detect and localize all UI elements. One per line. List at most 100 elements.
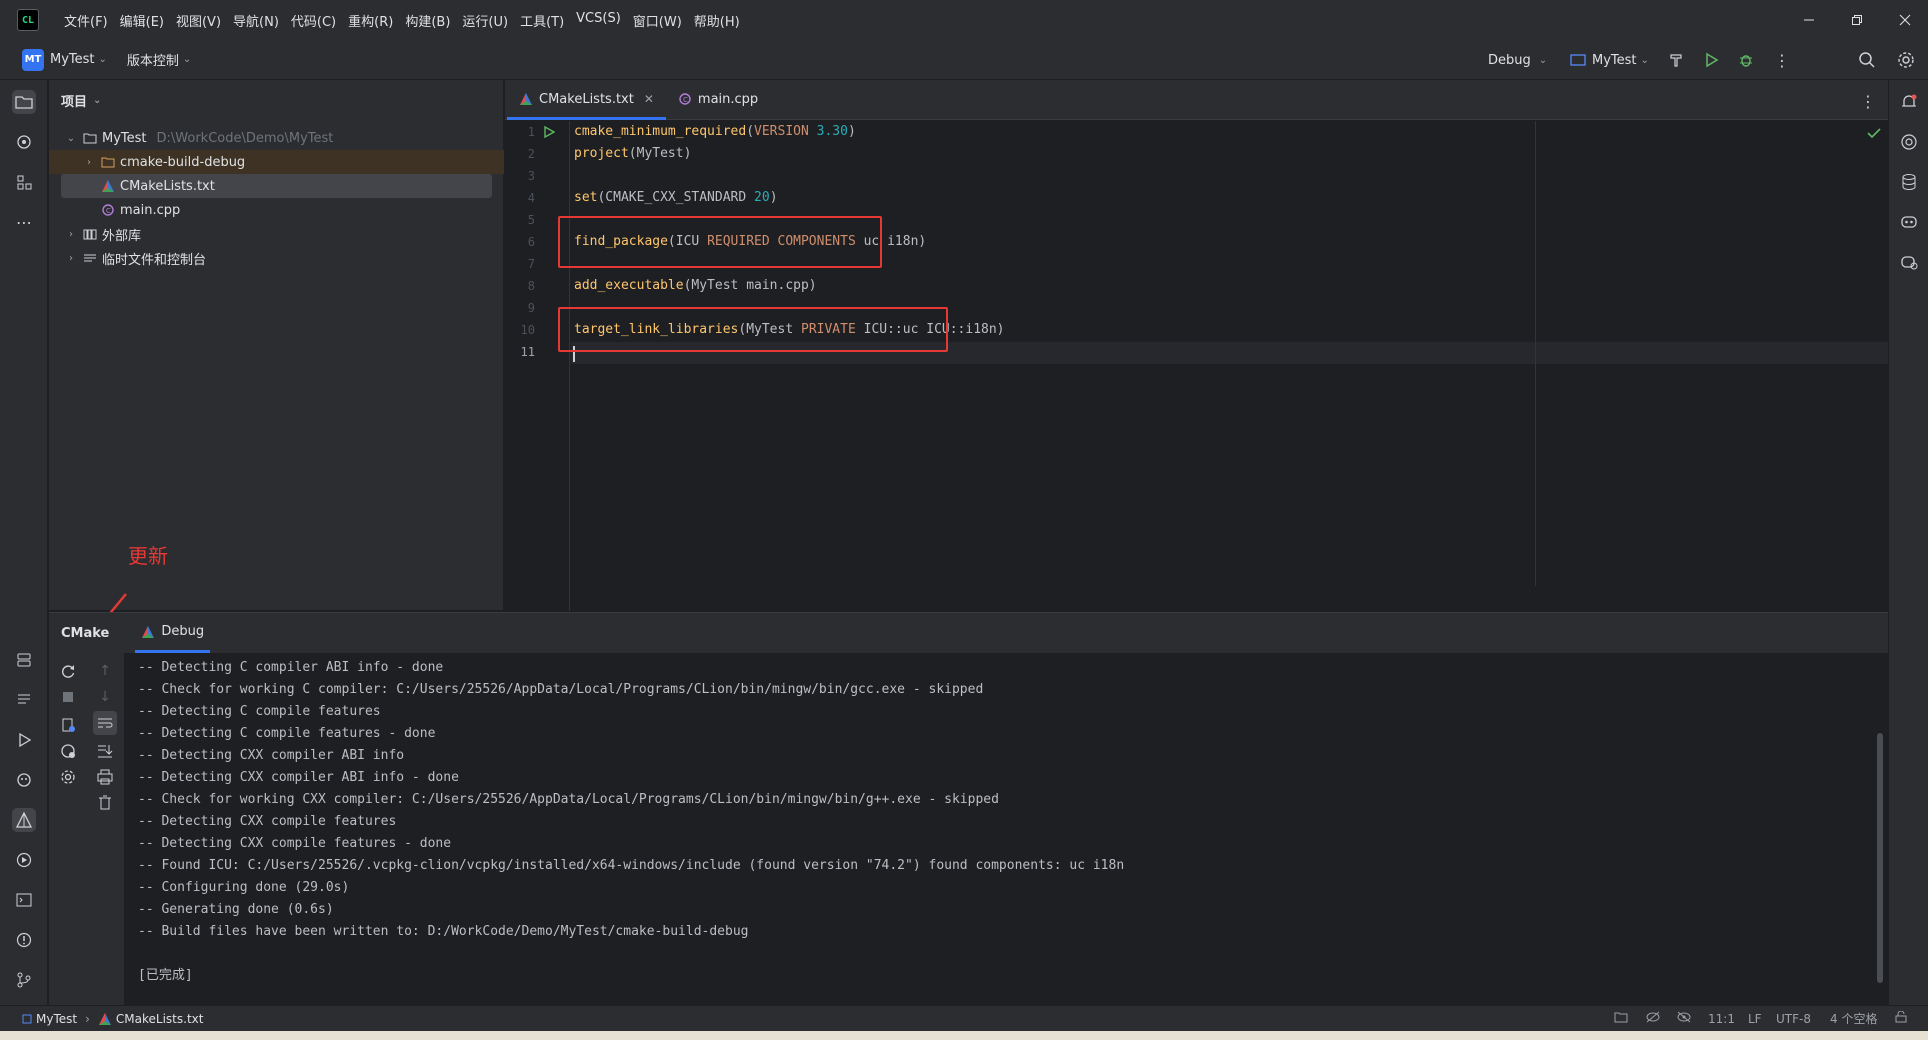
- vcs-widget[interactable]: 版本控制: [127, 50, 179, 69]
- tab-cmakelists[interactable]: CMakeLists.txt ✕: [507, 79, 666, 120]
- git-button[interactable]: [12, 968, 36, 992]
- chevron-down-icon: ⌄: [1538, 54, 1548, 66]
- problems-button[interactable]: [12, 928, 36, 952]
- run-tool-button[interactable]: [12, 728, 36, 752]
- clear-console-button[interactable]: [95, 793, 115, 813]
- project-name[interactable]: MyTest: [50, 52, 95, 67]
- menu-code[interactable]: 代码(C): [285, 7, 342, 34]
- terminal-button[interactable]: [12, 888, 36, 912]
- menu-run[interactable]: 运行(U): [456, 7, 514, 34]
- menu-refactor[interactable]: 重构(R): [342, 7, 399, 34]
- restore-button[interactable]: [1834, 0, 1880, 40]
- services-run-button[interactable]: [12, 848, 36, 872]
- tree-item-cmakelists[interactable]: CMakeLists.txt: [61, 174, 492, 198]
- breadcrumb-file[interactable]: CMakeLists.txt: [116, 1012, 204, 1026]
- tree-item-external-libraries[interactable]: › 外部库: [49, 222, 504, 246]
- console-line: -- Detecting CXX compiler ABI info - don…: [138, 770, 459, 785]
- project-tool-button[interactable]: [12, 90, 36, 114]
- run-gutter-icon[interactable]: [543, 126, 555, 138]
- tab-main-cpp[interactable]: C main.cpp: [666, 79, 770, 119]
- tree-item-cmake-build-debug[interactable]: › cmake-build-debug: [49, 150, 504, 174]
- chevron-down-icon: ⌄: [66, 132, 76, 144]
- breadcrumb-project[interactable]: MyTest: [36, 1012, 77, 1026]
- print-button[interactable]: [95, 767, 115, 787]
- inspection-off-icon[interactable]: [1645, 1011, 1661, 1026]
- ai-icon: [17, 135, 31, 149]
- copilot-button[interactable]: [1897, 210, 1921, 234]
- assistant-button[interactable]: [1897, 250, 1921, 274]
- menu-navigate[interactable]: 导航(N): [227, 7, 285, 34]
- cpp-file-icon: C: [100, 202, 116, 218]
- tree-item-main-cpp[interactable]: C main.cpp: [49, 198, 504, 222]
- more-actions-button[interactable]: ⋮: [1774, 40, 1790, 80]
- close-window-button[interactable]: [1882, 0, 1928, 40]
- run-button[interactable]: [1703, 40, 1719, 80]
- file-encoding[interactable]: UTF-8: [1776, 1012, 1811, 1026]
- ai-assistant-button[interactable]: [12, 130, 36, 154]
- chevron-right-icon: ›: [87, 156, 91, 168]
- project-panel-header[interactable]: 项目 ⌄: [49, 80, 503, 120]
- stop-button[interactable]: [58, 687, 78, 707]
- menu-tools[interactable]: 工具(T): [514, 7, 570, 34]
- soft-wrap-button[interactable]: [93, 711, 117, 735]
- cmake-console-output[interactable]: -- Detecting C compiler ABI info - done …: [125, 653, 1877, 993]
- highlight-box-target-link: [558, 307, 948, 352]
- close-tab-icon[interactable]: ✕: [644, 92, 654, 106]
- tab-debug[interactable]: Debug: [135, 613, 211, 653]
- console-line: -- Detecting C compile features - done: [138, 726, 436, 741]
- tab-options-button[interactable]: ⋮: [1860, 92, 1876, 111]
- more-tools-button[interactable]: ⋯: [12, 210, 36, 234]
- build-config-selector[interactable]: Debug ⌄: [1482, 40, 1547, 80]
- search-button[interactable]: [1858, 40, 1876, 80]
- soft-wrap-icon: [98, 718, 113, 728]
- cmake-file-icon: [100, 178, 116, 194]
- indent-setting[interactable]: 4 个空格: [1830, 1010, 1877, 1027]
- settings-button[interactable]: [1897, 40, 1915, 80]
- print-icon: [97, 769, 113, 785]
- console-line: -- Build files have been written to: D:/…: [138, 924, 749, 939]
- ai-chat-button[interactable]: [1897, 130, 1921, 154]
- menu-help[interactable]: 帮助(H): [688, 7, 746, 34]
- lock-icon[interactable]: [1895, 1010, 1907, 1026]
- messages-button[interactable]: [12, 688, 36, 712]
- menu-view[interactable]: 视图(V): [170, 7, 227, 34]
- menu-build[interactable]: 构建(B): [399, 7, 456, 34]
- line-ending[interactable]: LF: [1748, 1012, 1762, 1026]
- run-target-selector[interactable]: MyTest ⌄: [1570, 40, 1649, 80]
- menu-file[interactable]: 文件(F): [58, 7, 114, 34]
- scroll-to-end-button[interactable]: [95, 741, 115, 761]
- minimize-button[interactable]: [1786, 0, 1832, 40]
- folder-icon[interactable]: [1614, 1011, 1628, 1026]
- scroll-up-button[interactable]: ↑: [95, 661, 115, 681]
- menu-edit[interactable]: 编辑(E): [114, 7, 170, 34]
- reset-cache-button[interactable]: [58, 741, 78, 761]
- structure-icon: [17, 175, 32, 190]
- tab-cmake[interactable]: CMake: [61, 626, 109, 641]
- chevron-down-icon: ⌄: [182, 54, 192, 65]
- debug-button[interactable]: [1738, 40, 1754, 80]
- menu-vcs[interactable]: VCS(S): [570, 7, 627, 34]
- debug-tool-button[interactable]: [12, 768, 36, 792]
- clion-logo-icon: CL: [17, 9, 39, 31]
- clear-cache-button[interactable]: [58, 715, 78, 735]
- caret-position[interactable]: 11:1: [1708, 1012, 1735, 1026]
- code-editor[interactable]: 1 2 3 4 5 6 7 8 9 10 11 cmake_minimum_re…: [505, 121, 1888, 611]
- cmake-tool-button[interactable]: [12, 808, 36, 832]
- services-button[interactable]: [12, 648, 36, 672]
- reload-cmake-button[interactable]: [58, 661, 78, 681]
- structure-button[interactable]: [12, 170, 36, 194]
- eye-off-icon[interactable]: [1676, 1011, 1692, 1026]
- tree-item-scratches[interactable]: › 临时文件和控制台: [49, 246, 504, 270]
- build-button[interactable]: [1668, 40, 1684, 80]
- notifications-button[interactable]: [1897, 90, 1921, 114]
- menu-window[interactable]: 窗口(W): [627, 7, 688, 34]
- scroll-down-button[interactable]: ↓: [95, 687, 115, 707]
- console-line: -- Check for working C compiler: C:/User…: [138, 682, 984, 697]
- console-scrollbar[interactable]: [1877, 733, 1883, 983]
- scroll-end-icon: [98, 745, 113, 758]
- tree-item-root[interactable]: ⌄ MyTest D:\WorkCode\Demo\MyTest: [49, 126, 504, 150]
- cmake-settings-button[interactable]: [58, 767, 78, 787]
- bug-icon: [1740, 55, 1752, 67]
- database-button[interactable]: [1897, 170, 1921, 194]
- project-badge[interactable]: MT: [22, 48, 44, 71]
